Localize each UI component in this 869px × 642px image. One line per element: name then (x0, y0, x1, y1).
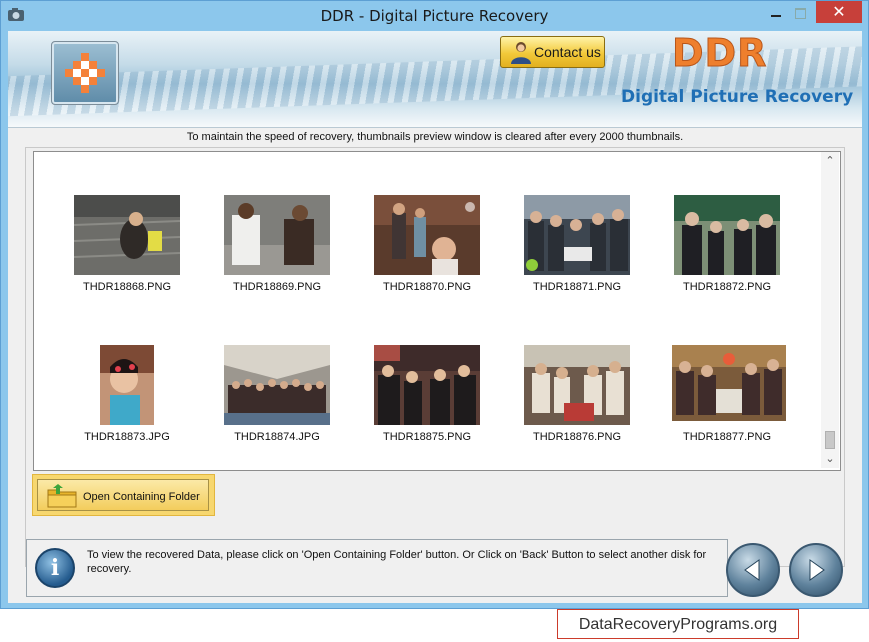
thumbnail-item[interactable]: THDR18875.PNG (372, 345, 482, 443)
brand-subtitle: Digital Picture Recovery (621, 87, 854, 107)
scroll-up-icon[interactable]: ⌃ (824, 155, 836, 167)
checker-logo-icon (65, 53, 105, 93)
vertical-scrollbar[interactable]: ⌃ ⌄ (821, 152, 839, 468)
thumbnail-filename: THDR18874.JPG (234, 431, 320, 443)
app-logo (51, 41, 119, 105)
watermark-text: DataRecoveryPrograms.org (578, 616, 778, 633)
thumbnail-filename: THDR18868.PNG (82, 281, 172, 293)
contact-us-button[interactable]: Contact us (500, 36, 605, 68)
person-icon (511, 42, 531, 64)
thumbnail-image (100, 345, 154, 425)
status-panel: i To view the recovered Data, please cli… (26, 539, 728, 597)
thumbnail-filename: THDR18873.JPG (84, 431, 170, 443)
thumbnail-notice: To maintain the speed of recovery, thumb… (186, 131, 684, 143)
website-watermark: DataRecoveryPrograms.org (557, 609, 799, 639)
thumbnail-filename: THDR18877.PNG (682, 431, 772, 443)
thumbnail-item[interactable]: THDR18868.PNG (72, 195, 182, 293)
thumbnail-filename: THDR18876.PNG (532, 431, 622, 443)
thumbnail-image (674, 195, 780, 275)
contact-us-label: Contact us (534, 44, 601, 60)
brand-logo-text: DDR (671, 31, 768, 76)
close-button[interactable]: ✕ (816, 1, 862, 23)
folder-icon (47, 484, 77, 508)
thumbnail-filename: THDR18872.PNG (682, 281, 772, 293)
status-message: To view the recovered Data, please click… (87, 549, 707, 575)
thumbnail-image (224, 195, 330, 275)
window-title: DDR - Digital Picture Recovery (320, 7, 549, 25)
app-window: DDR - Digital Picture Recovery ✕ Contact… (0, 0, 869, 609)
thumbnail-item[interactable]: THDR18877.PNG (672, 345, 786, 443)
thumbnail-item[interactable]: THDR18873.JPG (72, 345, 182, 443)
thumbnail-image (524, 195, 630, 275)
title-bar[interactable]: DDR - Digital Picture Recovery ✕ (1, 1, 868, 31)
open-folder-label: Open Containing Folder (83, 491, 200, 503)
next-button[interactable] (789, 543, 843, 597)
thumbnail-filename: THDR18870.PNG (382, 281, 472, 293)
header-banner: Contact us DDR Digital Picture Recovery (8, 31, 862, 128)
recovery-panel: THDR18868.PNG THDR18869.PNG THDR18870.PN… (25, 147, 845, 567)
thumbnail-filename: THDR18875.PNG (382, 431, 472, 443)
thumbnail-image (524, 345, 630, 425)
thumbnail-image (74, 195, 180, 275)
open-containing-folder-button[interactable]: Open Containing Folder (32, 474, 215, 516)
thumbnail-filename: THDR18871.PNG (532, 281, 622, 293)
arrow-left-icon (744, 559, 760, 581)
thumbnail-item[interactable]: THDR18874.JPG (222, 345, 332, 443)
minimize-button[interactable] (765, 5, 787, 23)
open-folder-button-face[interactable]: Open Containing Folder (37, 479, 209, 511)
thumbnail-preview[interactable]: THDR18868.PNG THDR18869.PNG THDR18870.PN… (33, 151, 841, 471)
info-icon: i (35, 548, 75, 588)
arrow-right-icon (809, 559, 825, 581)
thumbnail-item[interactable]: THDR18871.PNG (522, 195, 632, 293)
scroll-down-icon[interactable]: ⌄ (824, 453, 836, 465)
scrollbar-thumb[interactable] (825, 431, 835, 449)
thumbnail-image (224, 345, 330, 425)
thumbnail-image (672, 345, 786, 421)
thumbnail-item[interactable]: THDR18869.PNG (222, 195, 332, 293)
thumbnail-item[interactable]: THDR18876.PNG (522, 345, 632, 443)
maximize-button[interactable] (790, 5, 812, 23)
back-button[interactable] (726, 543, 780, 597)
thumbnail-item[interactable]: THDR18870.PNG (372, 195, 482, 293)
thumbnail-item[interactable]: THDR18872.PNG (672, 195, 782, 293)
thumbnail-image (374, 195, 480, 275)
client-area: Contact us DDR Digital Picture Recovery … (8, 31, 862, 603)
thumbnail-filename: THDR18869.PNG (232, 281, 322, 293)
thumbnail-image (374, 345, 480, 425)
